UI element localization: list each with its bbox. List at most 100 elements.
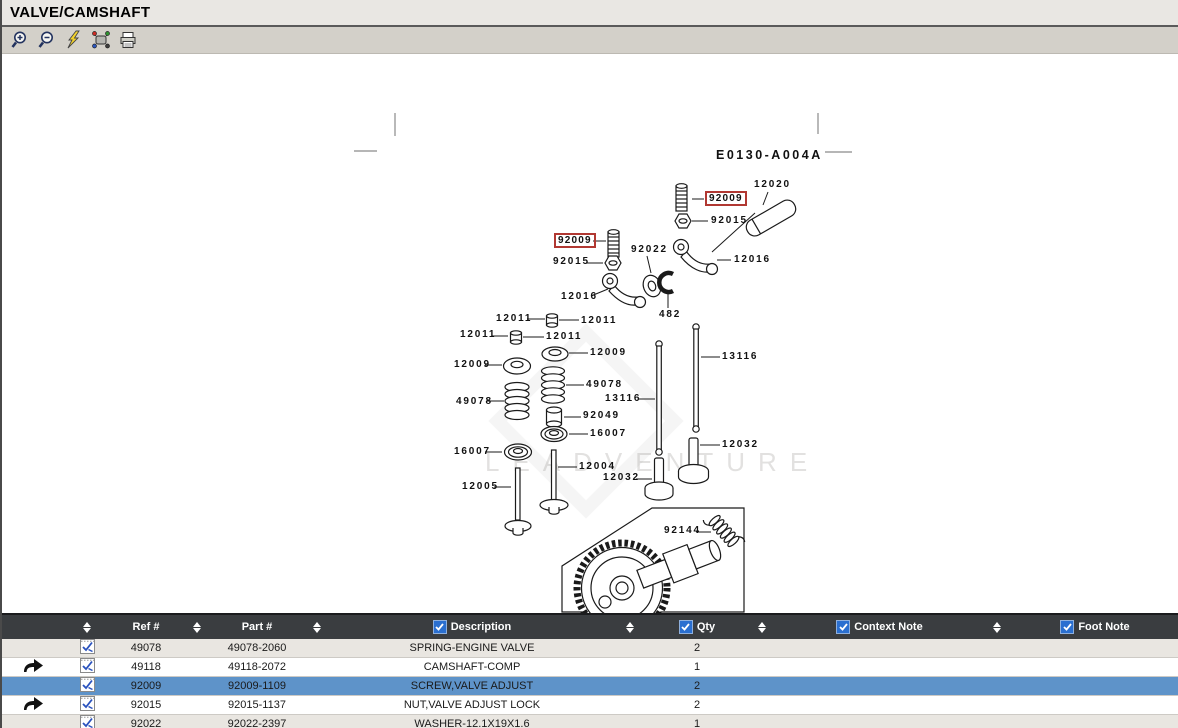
sort-icon[interactable] [193, 622, 201, 633]
cell-part: 49078-2060 [212, 639, 302, 657]
description-checkbox[interactable] [433, 620, 447, 634]
cell-context-note [777, 677, 982, 695]
table-row[interactable]: 49078 49078-2060 SPRING-ENGINE VALVE 2 [2, 639, 1178, 657]
sort-icon[interactable] [758, 622, 766, 633]
part-label[interactable]: 49078 [456, 396, 493, 408]
column-header-foot-note[interactable]: Foot Note [1012, 615, 1178, 639]
qty-checkbox[interactable] [679, 620, 693, 634]
cell-part: 92022-2397 [212, 715, 302, 728]
part-label[interactable]: 92022 [631, 244, 668, 256]
diagram-toolbar [2, 27, 1178, 54]
part-label-highlighted[interactable]: 92009 [554, 233, 596, 248]
cell-qty: 2 [647, 639, 747, 657]
table-row-selected[interactable]: 92009 92009-1109 SCREW,VALVE ADJUST 2 [2, 676, 1178, 695]
cell-ref: 49078 [110, 639, 182, 657]
table-row[interactable]: 92022 92022-2397 WASHER-12.1X19X1.6 1 [2, 714, 1178, 728]
table-row[interactable]: 92015 92015-1137 NUT,VALVE ADJUST LOCK 2 [2, 695, 1178, 714]
part-nut-92015-top[interactable] [675, 214, 691, 228]
part-label[interactable]: 12009 [454, 359, 491, 371]
table-row[interactable]: 49118 49118-2072 CAMSHAFT-COMP 1 [2, 657, 1178, 676]
note-icon[interactable] [80, 658, 95, 676]
page-title: VALVE/CAMSHAFT [10, 4, 150, 21]
part-label[interactable]: 482 [659, 309, 681, 321]
context-note-checkbox[interactable] [836, 620, 850, 634]
part-screw-92009-left[interactable] [608, 230, 619, 257]
part-label[interactable]: 12032 [603, 472, 640, 484]
part-keeper-12011-right[interactable] [547, 314, 558, 327]
column-header-context-note[interactable]: Context Note [777, 615, 982, 639]
part-label[interactable]: 49078 [586, 379, 623, 391]
part-label[interactable]: 16007 [590, 428, 627, 440]
cell-foot-note [1012, 639, 1178, 657]
part-label[interactable]: 92015 [711, 215, 748, 227]
cell-ref: 92015 [110, 696, 182, 714]
cell-qty: 1 [647, 658, 747, 676]
column-header-ref[interactable]: Ref # [110, 615, 182, 639]
part-rocker-12016-left[interactable] [603, 274, 646, 308]
part-label[interactable]: 12016 [734, 254, 771, 266]
column-header-part[interactable]: Part # [212, 615, 302, 639]
column-header-description[interactable]: Description [332, 615, 612, 639]
column-header-qty[interactable]: Qty [647, 615, 747, 639]
part-shaft-12020[interactable] [743, 197, 798, 239]
part-label[interactable]: 12011 [546, 331, 582, 343]
parts-diagram[interactable] [2, 0, 1178, 613]
part-spring-49078-right[interactable] [542, 367, 565, 403]
sort-icon[interactable] [993, 622, 1001, 633]
sort-icon[interactable] [83, 622, 91, 633]
sort-icon[interactable] [313, 622, 321, 633]
part-label[interactable]: 12011 [496, 313, 532, 325]
part-label[interactable]: 12011 [581, 315, 617, 327]
part-seat-16007-right[interactable] [541, 427, 567, 442]
part-valve-12004[interactable] [540, 450, 568, 514]
part-label[interactable]: 92144 [664, 525, 701, 537]
parts-table-header: Ref # Part # Description Qty [2, 613, 1178, 639]
note-icon[interactable] [80, 639, 95, 657]
part-select-icon[interactable] [90, 30, 111, 51]
part-label[interactable]: 92015 [553, 256, 590, 268]
parts-table: Ref # Part # Description Qty [2, 613, 1178, 728]
jump-arrow-icon[interactable] [21, 658, 45, 676]
cell-foot-note [1012, 677, 1178, 695]
flash-icon[interactable] [63, 30, 84, 51]
sort-icon[interactable] [626, 622, 634, 633]
cell-description: SPRING-ENGINE VALVE [332, 639, 612, 657]
part-label[interactable]: 12032 [722, 439, 759, 451]
part-label[interactable]: 12009 [590, 347, 627, 359]
part-pushrod-13116-center[interactable] [656, 341, 662, 455]
part-keeper-12011-left[interactable] [511, 331, 522, 344]
part-label[interactable]: 12011 [460, 329, 496, 341]
part-rocker-12016-right[interactable] [674, 240, 718, 275]
part-retainer-12009-right[interactable] [542, 347, 568, 361]
note-icon[interactable] [80, 715, 95, 728]
part-camshaft-49118[interactable] [577, 534, 725, 613]
zoom-in-icon[interactable] [9, 30, 30, 51]
part-valve-12005[interactable] [505, 468, 531, 535]
part-label[interactable]: 13116 [722, 351, 758, 363]
jump-arrow-icon[interactable] [21, 696, 45, 714]
part-label[interactable]: 12005 [462, 481, 499, 493]
part-clip-482[interactable] [659, 273, 673, 292]
part-retainer-12009-left[interactable] [504, 358, 531, 374]
part-label[interactable]: 92049 [583, 410, 620, 422]
part-nut-92015-left[interactable] [605, 256, 621, 270]
part-screw-92009-top[interactable] [676, 184, 687, 211]
part-pushrod-13116-right[interactable] [693, 324, 699, 432]
cell-part: 49118-2072 [212, 658, 302, 676]
part-label[interactable]: 12020 [754, 179, 791, 191]
cell-description: NUT,VALVE ADJUST LOCK [332, 696, 612, 714]
zoom-out-icon[interactable] [36, 30, 57, 51]
part-cap-92049[interactable] [547, 407, 562, 427]
foot-note-checkbox[interactable] [1060, 620, 1074, 634]
part-spring-49078-left[interactable] [505, 383, 529, 420]
part-seat-16007-left[interactable] [505, 444, 532, 460]
note-icon[interactable] [80, 677, 95, 695]
part-label[interactable]: 12016 [561, 291, 598, 303]
part-label[interactable]: 13116 [605, 393, 641, 405]
note-icon[interactable] [80, 696, 95, 714]
part-label[interactable]: 16007 [454, 446, 491, 458]
print-icon[interactable] [117, 30, 138, 51]
part-label-highlighted[interactable]: 92009 [705, 191, 747, 206]
cell-foot-note [1012, 715, 1178, 728]
cell-ref: 49118 [110, 658, 182, 676]
